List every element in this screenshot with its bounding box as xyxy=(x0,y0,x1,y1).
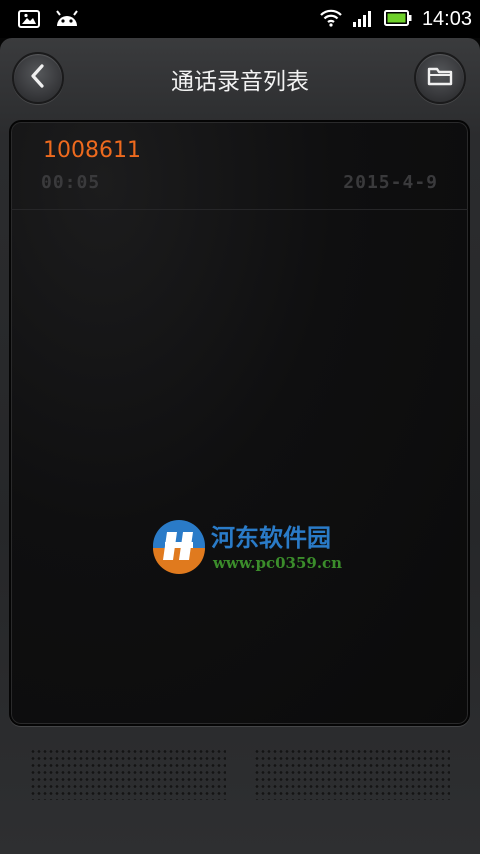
folder-icon xyxy=(427,65,453,91)
battery-icon xyxy=(383,9,412,30)
android-icon xyxy=(54,9,80,33)
speaker-grille-left xyxy=(30,748,226,800)
header: 通话录音列表 xyxy=(0,38,480,118)
watermark-name: 河东软件园 xyxy=(211,523,331,552)
signal-icon xyxy=(352,9,374,31)
status-bar: 14:03 xyxy=(0,0,480,38)
recording-list-item[interactable]: 1008611 00:05 2015-4-9 xyxy=(11,122,468,210)
wifi-icon xyxy=(320,9,342,31)
recording-duration: 00:05 xyxy=(41,172,101,193)
speaker-grille-right xyxy=(254,748,450,800)
watermark-logo-icon xyxy=(151,518,207,578)
status-right: 14:03 xyxy=(320,8,472,31)
watermark-url: www.pc0359.cn xyxy=(213,554,343,572)
app-body: 通话录音列表 1008611 00:05 2015-4-9 河东软件园 www.… xyxy=(0,38,480,854)
status-time: 14:03 xyxy=(421,8,472,30)
page-title: 通话录音列表 xyxy=(171,69,309,95)
watermark: 河东软件园 www.pc0359.cn xyxy=(151,516,351,576)
recording-date: 2015-4-9 xyxy=(343,172,438,193)
screen: 14:03 通话录音列表 1008611 00:05 2015-4-9 河东软件… xyxy=(0,0,480,854)
recording-phone-number: 1008611 xyxy=(43,138,141,163)
recording-list-panel: 1008611 00:05 2015-4-9 河东软件园 www.pc0359.… xyxy=(9,120,470,726)
folder-button[interactable] xyxy=(414,52,466,104)
image-icon xyxy=(18,10,40,32)
status-left xyxy=(18,9,80,33)
